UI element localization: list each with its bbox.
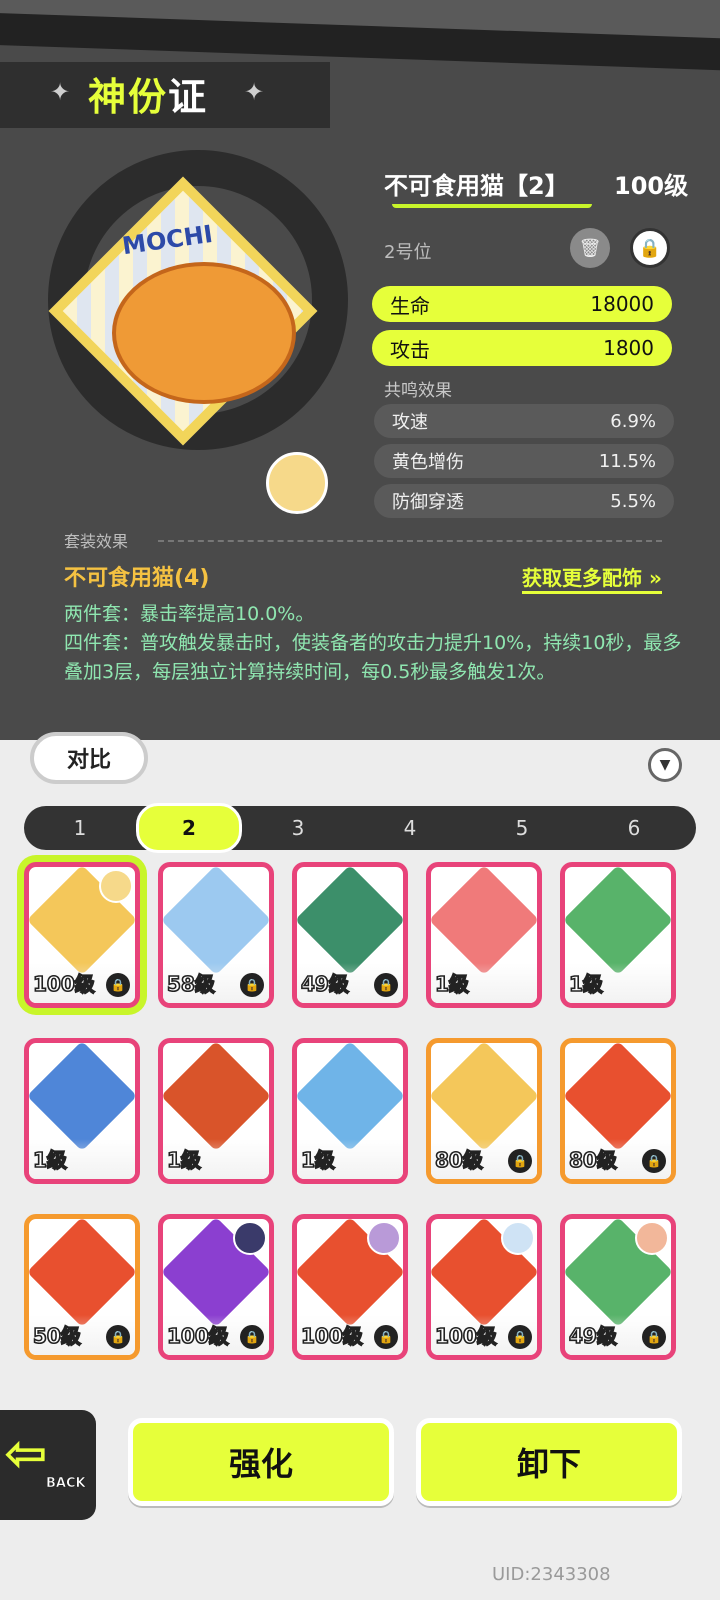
name-underline <box>392 196 592 208</box>
item-level: 1级 <box>568 971 604 997</box>
owner-avatar <box>99 869 133 903</box>
equipment-item[interactable]: 100级 🔒 <box>426 1214 542 1360</box>
equip-level: 100级 <box>614 172 689 200</box>
two-piece-effect: 两件套：暴击率提高10.0%。 <box>64 603 315 625</box>
user-id: UID:2343308 <box>492 1564 611 1585</box>
lock-icon: 🔒 <box>106 973 130 997</box>
compare-button[interactable]: 对比 <box>30 732 148 784</box>
equipment-item[interactable]: 1级 <box>426 862 542 1008</box>
tab-4[interactable]: 4 <box>360 806 460 850</box>
item-level: 58级 <box>166 971 215 997</box>
lock-icon: 🔒 <box>508 1149 532 1173</box>
set-effect-label: 套装效果 <box>64 532 129 551</box>
item-level: 49级 <box>300 971 349 997</box>
resonance-label: 共鸣效果 <box>384 381 452 401</box>
item-level: 50级 <box>32 1323 81 1349</box>
equipment-detail-panel: ✦ ✦ 神份证 MOCHI 不可食用猫【2】 100级 2号位 🗑 🔒 生命 18… <box>0 0 720 740</box>
back-arrow-icon: ⇦ <box>4 1424 48 1484</box>
sparkle-icon: ✦ <box>50 78 71 106</box>
equipment-item[interactable]: 100级 🔒 <box>292 1214 408 1360</box>
equipment-item[interactable]: 50级 🔒 <box>24 1214 140 1360</box>
item-level: 100级 <box>32 971 95 997</box>
tab-5[interactable]: 5 <box>472 806 572 850</box>
equipment-item[interactable]: 100级 🔒 <box>158 1214 274 1360</box>
lock-icon: 🔒 <box>240 1325 264 1349</box>
lock-icon: 🔒 <box>642 1325 666 1349</box>
upgrade-button[interactable]: 强化 <box>128 1418 394 1506</box>
filter-icon[interactable]: ▼ <box>648 748 682 782</box>
item-level: 100级 <box>300 1323 363 1349</box>
item-level: 1级 <box>166 1147 202 1173</box>
lock-icon: 🔒 <box>508 1325 532 1349</box>
lock-icon: 🔒 <box>106 1325 130 1349</box>
slot-label: 2号位 <box>384 242 432 263</box>
red-wizard-art <box>431 867 537 976</box>
item-level: 100级 <box>166 1323 229 1349</box>
owner-avatar[interactable] <box>266 452 328 514</box>
owner-avatar <box>367 1221 401 1255</box>
equipment-item[interactable]: 1级 <box>560 862 676 1008</box>
item-level: 80级 <box>434 1147 483 1173</box>
lock-icon: 🔒 <box>642 1149 666 1173</box>
tab-1[interactable]: 1 <box>30 806 130 850</box>
owner-avatar <box>501 1221 535 1255</box>
green-graffiti-art <box>565 867 671 976</box>
item-level: 1级 <box>434 971 470 997</box>
back-label: BACK <box>46 1476 86 1492</box>
mochi-cat-art <box>431 1043 537 1152</box>
page-title: 神份证 <box>88 75 209 119</box>
unequip-button[interactable]: 卸下 <box>416 1418 682 1506</box>
stat-attack-speed: 攻速 6.9% <box>374 404 674 438</box>
equipment-item[interactable]: 80级 🔒 <box>426 1038 542 1184</box>
lock-icon: 🔒 <box>240 973 264 997</box>
blue-cats-art <box>29 1043 135 1152</box>
equipment-item[interactable]: 49级 🔒 <box>560 1214 676 1360</box>
lock-icon[interactable]: 🔒 <box>630 228 670 268</box>
stat-attack: 攻击 1800 <box>372 330 672 366</box>
four-piece-effect: 四件套：普攻触发暴击时，使装备者的攻击力提升10%，持续10秒，最多叠加3层，每… <box>64 632 682 683</box>
lock-icon: 🔒 <box>374 1325 398 1349</box>
red-graffiti-cat-art <box>565 1043 671 1152</box>
equipment-item[interactable]: 58级 🔒 <box>158 862 274 1008</box>
item-level: 80级 <box>568 1147 617 1173</box>
green-ghost-art <box>297 867 403 976</box>
equipment-item[interactable]: 100级 🔒 <box>24 862 140 1008</box>
item-level: 1级 <box>32 1147 68 1173</box>
divider <box>158 540 662 542</box>
pufferfish-art <box>297 1043 403 1152</box>
stat-hp: 生命 18000 <box>372 286 672 322</box>
trash-icon[interactable]: 🗑 <box>570 228 610 268</box>
red-graffiti-cat-art <box>29 1219 135 1328</box>
owner-avatar <box>233 1221 267 1255</box>
item-level: 1级 <box>300 1147 336 1173</box>
equipment-item[interactable]: 80级 🔒 <box>560 1038 676 1184</box>
sparkle-icon: ✦ <box>244 78 265 106</box>
lock-icon: 🔒 <box>374 973 398 997</box>
tab-3[interactable]: 3 <box>248 806 348 850</box>
gold-statue-art <box>163 1043 269 1152</box>
blue-bird-art <box>163 867 269 976</box>
item-level: 49级 <box>568 1323 617 1349</box>
tab-2[interactable]: 2 <box>136 803 242 853</box>
equipment-item[interactable]: 49级 🔒 <box>292 862 408 1008</box>
stat-yellow-damage: 黄色增伤 11.5% <box>374 444 674 478</box>
stat-defense-pen: 防御穿透 5.5% <box>374 484 674 518</box>
owner-avatar <box>635 1221 669 1255</box>
tab-6[interactable]: 6 <box>584 806 684 850</box>
cat-illustration <box>112 262 296 404</box>
item-level: 100级 <box>434 1323 497 1349</box>
set-description: 两件套：暴击率提高10.0%。 四件套：普攻触发暴击时，使装备者的攻击力提升10… <box>64 600 684 687</box>
set-name: 不可食用猫(4) <box>64 566 210 591</box>
equipment-item[interactable]: 1级 <box>292 1038 408 1184</box>
equipment-item[interactable]: 1级 <box>24 1038 140 1184</box>
get-more-accessories-link[interactable]: 获取更多配饰 » <box>522 562 662 594</box>
slot-tabs: 1 2 3 4 5 6 <box>24 803 696 853</box>
equipment-item[interactable]: 1级 <box>158 1038 274 1184</box>
